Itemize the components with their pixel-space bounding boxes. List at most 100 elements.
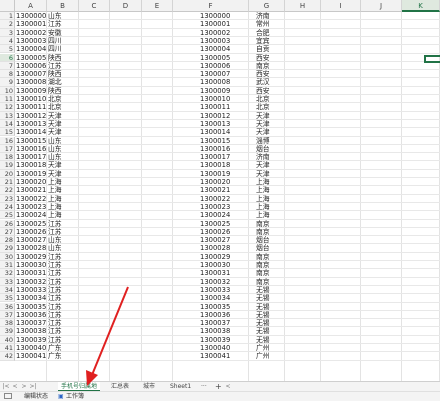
cell-a[interactable]: 1300026 <box>16 228 46 236</box>
cell-g[interactable]: 南京 <box>256 62 270 70</box>
cell-b[interactable]: 山东 <box>48 145 62 153</box>
cell-a[interactable]: 1300030 <box>16 261 46 269</box>
cell-b[interactable]: 江苏 <box>48 269 62 277</box>
cell-b[interactable]: 天津 <box>48 170 62 178</box>
cell-g[interactable]: 广州 <box>256 344 270 352</box>
cell-g[interactable]: 无锡 <box>256 303 270 311</box>
active-cell-k6[interactable] <box>424 55 440 63</box>
cell-b[interactable]: 北京 <box>48 95 62 103</box>
row-header[interactable]: 41 <box>0 344 15 353</box>
cell-a[interactable]: 1300031 <box>16 269 46 277</box>
cell-g[interactable]: 济南 <box>256 153 270 161</box>
column-header-h[interactable]: H <box>285 0 321 12</box>
cell-a[interactable]: 1300022 <box>16 195 46 203</box>
cell-f[interactable]: 1300000 <box>200 12 230 20</box>
cell-a[interactable]: 1300010 <box>16 95 46 103</box>
select-all-corner[interactable] <box>0 0 15 12</box>
cell-a[interactable]: 1300002 <box>16 29 46 37</box>
cell-g[interactable]: 淄博 <box>256 137 270 145</box>
row-header[interactable]: 12 <box>0 103 15 112</box>
cell-g[interactable]: 自贡 <box>256 45 270 53</box>
cell-f[interactable]: 1300016 <box>200 145 230 153</box>
column-header-a[interactable]: A <box>15 0 47 12</box>
cell-b[interactable]: 江苏 <box>48 303 62 311</box>
cell-b[interactable]: 天津 <box>48 120 62 128</box>
cell-g[interactable]: 上海 <box>256 203 270 211</box>
cell-b[interactable]: 江苏 <box>48 294 62 302</box>
cell-g[interactable]: 无锡 <box>256 336 270 344</box>
cell-f[interactable]: 1300014 <box>200 128 230 136</box>
cell-a[interactable]: 1300036 <box>16 311 46 319</box>
cell-a[interactable]: 1300009 <box>16 87 46 95</box>
cell-b[interactable]: 天津 <box>48 128 62 136</box>
row-header[interactable]: 42 <box>0 352 15 361</box>
row-header[interactable]: 8 <box>0 70 15 79</box>
cell-b[interactable]: 江苏 <box>48 20 62 28</box>
cell-f[interactable]: 1300032 <box>200 278 230 286</box>
row-header[interactable]: 25 <box>0 211 15 220</box>
cell-b[interactable]: 上海 <box>48 203 62 211</box>
cell-b[interactable]: 江苏 <box>48 253 62 261</box>
cell-a[interactable]: 1300012 <box>16 112 46 120</box>
column-header-k[interactable]: K <box>402 0 440 12</box>
column-header-e[interactable]: E <box>142 0 173 12</box>
cell-g[interactable]: 无锡 <box>256 286 270 294</box>
cell-f[interactable]: 1300007 <box>200 70 230 78</box>
row-header[interactable]: 19 <box>0 161 15 170</box>
cell-b[interactable]: 安徽 <box>48 29 62 37</box>
cell-f[interactable]: 1300030 <box>200 261 230 269</box>
row-header[interactable]: 16 <box>0 136 15 145</box>
cell-g[interactable]: 上海 <box>256 178 270 186</box>
row-header[interactable]: 24 <box>0 202 15 212</box>
cell-a[interactable]: 1300020 <box>16 178 46 186</box>
cell-a[interactable]: 1300034 <box>16 294 46 302</box>
column-header-b[interactable]: B <box>47 0 79 12</box>
cell-b[interactable]: 上海 <box>48 195 62 203</box>
cell-f[interactable]: 1300017 <box>200 153 230 161</box>
cell-b[interactable]: 四川 <box>48 37 62 45</box>
cell-a[interactable]: 1300015 <box>16 137 46 145</box>
cell-b[interactable]: 山东 <box>48 244 62 252</box>
cell-b[interactable]: 江苏 <box>48 228 62 236</box>
cell-b[interactable]: 陕西 <box>48 70 62 78</box>
cell-f[interactable]: 1300038 <box>200 327 230 335</box>
row-header[interactable]: 34 <box>0 285 15 295</box>
row-header[interactable]: 29 <box>0 244 15 253</box>
cell-b[interactable]: 江苏 <box>48 286 62 294</box>
cell-a[interactable]: 1300011 <box>16 103 46 111</box>
cell-a[interactable]: 1300006 <box>16 62 46 70</box>
cell-b[interactable]: 江苏 <box>48 278 62 286</box>
cell-a[interactable]: 1300028 <box>16 244 46 252</box>
cell-g[interactable]: 无锡 <box>256 327 270 335</box>
row-header[interactable]: 22 <box>0 186 15 195</box>
cell-g[interactable]: 北京 <box>256 103 270 111</box>
column-header-g[interactable]: G <box>249 0 285 12</box>
cell-g[interactable]: 武汉 <box>256 78 270 86</box>
cell-g[interactable]: 烟台 <box>256 244 270 252</box>
column-header-j[interactable]: J <box>361 0 402 12</box>
cell-a[interactable]: 1300023 <box>16 203 46 211</box>
cell-f[interactable]: 1300008 <box>200 78 230 86</box>
cell-b[interactable]: 上海 <box>48 211 62 219</box>
cell-g[interactable]: 无锡 <box>256 311 270 319</box>
cell-g[interactable]: 天津 <box>256 170 270 178</box>
row-header[interactable]: 2 <box>0 20 15 29</box>
cell-b[interactable]: 山东 <box>48 236 62 244</box>
row-header[interactable]: 7 <box>0 61 15 71</box>
row-header[interactable]: 5 <box>0 45 15 54</box>
row-header[interactable]: 13 <box>0 111 15 120</box>
cell-a[interactable]: 1300007 <box>16 70 46 78</box>
row-header[interactable]: 10 <box>0 86 15 95</box>
cell-a[interactable]: 1300024 <box>16 211 46 219</box>
cell-g[interactable]: 广州 <box>256 352 270 360</box>
cell-f[interactable]: 1300028 <box>200 244 230 252</box>
row-header[interactable]: 17 <box>0 144 15 154</box>
cell-a[interactable]: 1300021 <box>16 186 46 194</box>
cell-f[interactable]: 1300003 <box>200 37 230 45</box>
cell-a[interactable]: 1300029 <box>16 253 46 261</box>
row-header[interactable]: 21 <box>0 178 15 187</box>
cell-a[interactable]: 1300013 <box>16 120 46 128</box>
cell-b[interactable]: 天津 <box>48 112 62 120</box>
cell-a[interactable]: 1300038 <box>16 327 46 335</box>
cell-a[interactable]: 1300014 <box>16 128 46 136</box>
